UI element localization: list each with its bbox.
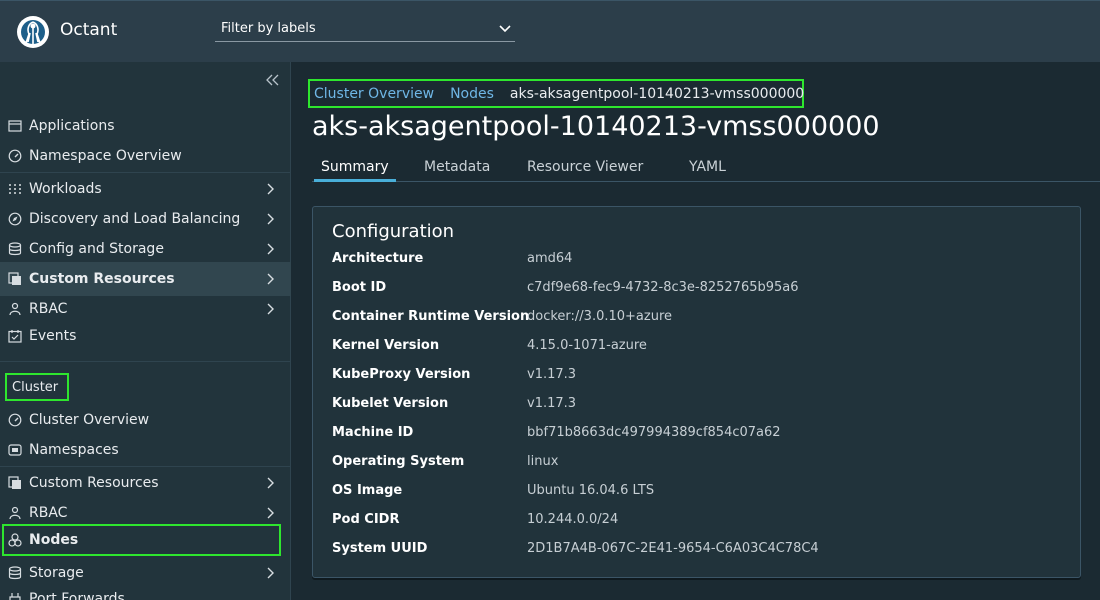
config-key: KubeProxy Version	[332, 367, 471, 382]
copy-icon	[8, 476, 21, 489]
config-key: Boot ID	[332, 280, 387, 295]
plug-icon	[9, 593, 21, 600]
label-filter-placeholder: Filter by labels	[221, 21, 316, 36]
sidebar-divider	[0, 361, 291, 362]
octant-logo-icon[interactable]	[16, 15, 50, 49]
config-row: Boot ID c7df9e68-fec9-4732-8c3e-8252765b…	[332, 280, 1052, 300]
copy-icon	[8, 272, 21, 285]
config-row: Kubelet Version v1.17.3	[332, 396, 1052, 416]
config-key: Kubelet Version	[332, 396, 449, 411]
config-row: Pod CIDR 10.244.0.0/24	[332, 512, 1052, 532]
config-row: System UUID 2D1B7A4B-067C-2E41-9654-C6A0…	[332, 541, 1052, 561]
config-value: amd64	[527, 251, 573, 266]
namespace-icon	[8, 444, 22, 456]
tab-resource-viewer[interactable]: Resource Viewer	[527, 159, 643, 182]
sidebar-item-config-storage[interactable]: Config and Storage	[0, 234, 291, 264]
config-key: Container Runtime Version	[332, 309, 530, 324]
config-key: Architecture	[332, 251, 424, 266]
chevron-right-icon	[267, 183, 274, 195]
app-title: Octant	[60, 20, 118, 40]
config-value: linux	[527, 454, 559, 469]
config-row: KubeProxy Version v1.17.3	[332, 367, 1052, 387]
config-value: 2D1B7A4B-067C-2E41-9654-C6A03C4C78C4	[527, 541, 819, 556]
sidebar-item-port-forwards[interactable]: Port Forwards	[0, 584, 291, 600]
person-icon	[9, 506, 21, 520]
nodes-icon	[8, 533, 22, 547]
page-title: aks-aksagentpool-10140213-vmss000000	[312, 111, 880, 142]
sidebar-item-rbac[interactable]: RBAC	[0, 294, 291, 324]
cluster-section-label: Cluster	[5, 373, 69, 401]
sidebar-item-discovery-load-balancing[interactable]: Discovery and Load Balancing	[0, 204, 291, 234]
sidebar-item-custom-resources[interactable]: Custom Resources	[0, 262, 291, 296]
config-value: v1.17.3	[527, 367, 577, 382]
chevron-right-icon	[267, 567, 274, 579]
person-icon	[9, 302, 21, 316]
collapse-sidebar-icon[interactable]	[265, 74, 279, 86]
config-value: Ubuntu 16.04.6 LTS	[527, 483, 655, 498]
window-icon	[8, 120, 22, 132]
configuration-card: Configuration Architecture amd64 Boot ID…	[312, 206, 1081, 578]
config-value: v1.17.3	[527, 396, 577, 411]
chevron-right-icon	[267, 303, 274, 315]
tab-metadata[interactable]: Metadata	[424, 159, 490, 182]
config-row: Machine ID bbf71b8663dc497994389cf854c07…	[332, 425, 1052, 445]
chevron-right-icon	[267, 273, 274, 285]
dashboard-icon	[8, 149, 22, 163]
tab-yaml[interactable]: YAML	[689, 159, 726, 182]
sidebar-divider	[0, 172, 291, 173]
sidebar-item-applications[interactable]: Applications	[0, 111, 291, 141]
config-key: Machine ID	[332, 425, 414, 440]
config-row: Architecture amd64	[332, 251, 1052, 271]
sidebar-item-namespaces[interactable]: Namespaces	[0, 435, 291, 465]
config-value: 10.244.0.0/24	[527, 512, 619, 527]
breadcrumb: Cluster Overview Nodes aks-aksagentpool-…	[308, 79, 804, 108]
chevron-down-icon	[499, 25, 511, 33]
sidebar-item-cluster-overview[interactable]: Cluster Overview	[0, 405, 291, 435]
label-filter-select[interactable]: Filter by labels	[215, 18, 515, 42]
sidebar-item-events[interactable]: Events	[0, 321, 291, 351]
dashboard-icon	[8, 413, 22, 427]
config-key: Pod CIDR	[332, 512, 400, 527]
database-icon	[8, 242, 22, 256]
config-row: Operating System linux	[332, 454, 1052, 474]
sidebar-item-cluster-custom-resources[interactable]: Custom Resources	[0, 468, 291, 498]
config-value: 4.15.0-1071-azure	[527, 338, 647, 353]
sidebar: Applications Namespace Overview Workload…	[0, 62, 291, 600]
config-row: Kernel Version 4.15.0-1071-azure	[332, 338, 1052, 358]
sidebar-item-namespace-overview[interactable]: Namespace Overview	[0, 141, 291, 171]
breadcrumb-current: aks-aksagentpool-10140213-vmss000000	[509, 85, 805, 102]
calendar-icon	[8, 330, 22, 343]
chevron-right-icon	[267, 477, 274, 489]
compass-icon	[8, 212, 22, 226]
chevron-right-icon	[267, 213, 274, 225]
tab-bar: Summary Metadata Resource Viewer YAML	[312, 158, 1100, 182]
sidebar-divider	[0, 466, 291, 467]
config-value: c7df9e68-fec9-4732-8c3e-8252765b95a6	[527, 280, 799, 295]
config-row: OS Image Ubuntu 16.04.6 LTS	[332, 483, 1052, 503]
sidebar-item-workloads[interactable]: Workloads	[0, 174, 291, 204]
config-key: OS Image	[332, 483, 403, 498]
tab-summary[interactable]: Summary	[314, 159, 396, 182]
breadcrumb-link-cluster-overview[interactable]: Cluster Overview	[314, 86, 434, 102]
config-key: System UUID	[332, 541, 428, 556]
config-row: Container Runtime Version docker://3.0.1…	[332, 309, 1052, 329]
sidebar-item-nodes[interactable]: Nodes	[0, 525, 291, 555]
config-value: docker://3.0.10+azure	[527, 309, 672, 324]
grid-icon	[9, 184, 21, 194]
chevron-right-icon	[267, 507, 274, 519]
chevron-right-icon	[267, 243, 274, 255]
config-key: Kernel Version	[332, 338, 440, 353]
app-header: Octant Filter by labels	[0, 0, 1100, 62]
config-value: bbf71b8663dc497994389cf854c07a62	[527, 425, 781, 440]
configuration-title: Configuration	[332, 221, 455, 242]
config-key: Operating System	[332, 454, 465, 469]
database-icon	[8, 566, 22, 580]
breadcrumb-link-nodes[interactable]: Nodes	[450, 86, 494, 102]
